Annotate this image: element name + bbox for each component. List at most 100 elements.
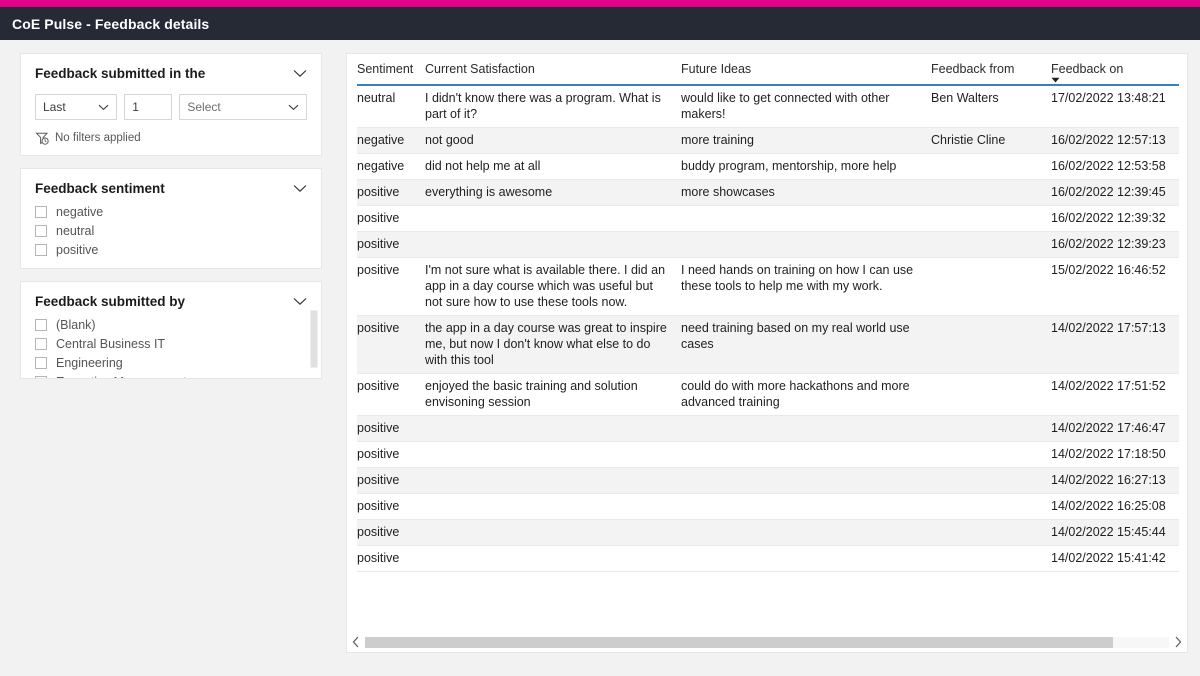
cell-feedback-from: Ben Walters [931,91,999,105]
app-root: CoE Pulse - Feedback details Feedback su… [0,0,1200,676]
checkbox-icon[interactable] [35,356,47,369]
accent-stripe [0,0,1200,7]
table-row[interactable]: positive 14/02/2022 15:45:44 [357,520,1179,546]
cell-sentiment: neutral [357,91,396,105]
checkbox-icon[interactable] [35,243,47,256]
chevron-down-icon[interactable] [293,184,307,193]
submitted-by-option-blank[interactable]: (Blank) [35,315,307,334]
table-row[interactable]: positive the app in a day course was grea… [357,316,1179,374]
scrollbar-thumb[interactable] [365,636,1113,648]
table-row[interactable]: positive enjoyed the basic training and s… [357,374,1179,416]
cell-current-satisfaction: I'm not sure what is available there. I … [425,263,666,309]
cell-feedback-on: 15/02/2022 16:46:52 [1051,263,1166,277]
cell-sentiment: positive [357,525,400,539]
cell-sentiment: positive [357,379,400,393]
table-row[interactable]: neutral I didn't know there was a program… [357,86,1179,128]
cell-future-ideas: more showcases [681,185,775,199]
chevron-right-icon[interactable] [1169,632,1187,652]
table-row[interactable]: positive 14/02/2022 15:41:42 [357,546,1179,572]
table-row[interactable]: positive 14/02/2022 17:46:47 [357,416,1179,442]
column-header-feedback-on[interactable]: Feedback on [1051,62,1179,83]
cell-sentiment: negative [357,133,405,147]
cell-current-satisfaction: the app in a day course was great to ins… [425,321,667,367]
chevron-down-icon[interactable] [293,297,307,306]
filter-status: No filters applied [35,131,307,145]
column-header-current-satisfaction[interactable]: Current Satisfaction [425,62,681,77]
cell-feedback-on: 16/02/2022 12:57:13 [1051,133,1166,147]
filter-card-submitted-by-header: Feedback submitted by [35,294,307,310]
submitted-by-option-label: Engineering [56,355,123,370]
table-row[interactable]: positive 14/02/2022 16:27:13 [357,468,1179,494]
sentiment-option-label: negative [56,204,104,219]
column-header-feedback-on-label: Feedback on [1051,62,1124,76]
checkbox-icon[interactable] [35,318,47,331]
cell-sentiment: positive [357,473,400,487]
table-row[interactable]: negative not good more training Christie Cl… [357,128,1179,154]
submitted-by-scrollbar[interactable] [310,310,318,368]
scrollbar-track[interactable] [365,636,1169,648]
sentiment-option-positive[interactable]: positive [35,240,307,259]
column-header-sentiment[interactable]: Sentiment [357,62,425,77]
cell-current-satisfaction: everything is awesome [425,185,553,199]
filter-card-sentiment-header: Feedback sentiment [35,181,307,197]
cell-feedback-on: 16/02/2022 12:53:58 [1051,159,1166,173]
feedback-table: Sentiment Current Satisfaction Future Id… [347,54,1187,572]
checkbox-icon[interactable] [35,375,47,378]
table-row[interactable]: positive 14/02/2022 17:18:50 [357,442,1179,468]
title-bar: CoE Pulse - Feedback details [0,7,1200,40]
period-count-value: 1 [132,100,139,114]
cell-current-satisfaction: I didn't know there was a program. What … [425,91,661,121]
period-filter-controls: Last 1 Select [35,94,307,120]
cell-sentiment: positive [357,421,400,435]
column-header-feedback-from[interactable]: Feedback from [931,62,1051,77]
period-count-input[interactable]: 1 [124,94,173,120]
table-row[interactable]: positive 16/02/2022 12:39:32 [357,206,1179,232]
table-header-row: Sentiment Current Satisfaction Future Id… [357,54,1179,86]
cell-feedback-on: 14/02/2022 15:45:44 [1051,525,1166,539]
filter-card-sentiment: Feedback sentiment negative neutral posi… [20,168,322,269]
horizontal-scrollbar[interactable] [347,632,1187,652]
page-title: CoE Pulse - Feedback details [12,15,210,32]
cell-sentiment: positive [357,499,400,513]
period-unit-select[interactable]: Select [179,94,307,120]
sentiment-option-negative[interactable]: negative [35,202,307,221]
cell-feedback-on: 14/02/2022 16:27:13 [1051,473,1166,487]
period-relation-value: Last [43,100,66,114]
caret-down-icon [1051,77,1060,83]
submitted-by-option-label: Executive Management [56,375,187,379]
chevron-left-icon[interactable] [347,632,365,652]
table-row[interactable]: positive everything is awesome more showca… [357,180,1179,206]
sentiment-option-neutral[interactable]: neutral [35,221,307,240]
table-row[interactable]: positive 14/02/2022 16:25:08 [357,494,1179,520]
submitted-by-option-engineering[interactable]: Engineering [35,353,307,372]
cell-sentiment: positive [357,321,400,335]
cell-feedback-from: Christie Cline [931,133,1006,147]
chevron-down-icon[interactable] [293,69,307,78]
feedback-table-panel: Sentiment Current Satisfaction Future Id… [346,53,1188,653]
cell-future-ideas: more training [681,133,754,147]
filter-status-label: No filters applied [55,132,141,144]
cell-future-ideas: I need hands on training on how I can us… [681,263,914,293]
cell-sentiment: positive [357,185,400,199]
period-relation-select[interactable]: Last [35,94,118,120]
table-row[interactable]: negative did not help me at all buddy prog… [357,154,1179,180]
cell-feedback-on: 14/02/2022 16:25:08 [1051,499,1166,513]
cell-sentiment: positive [357,551,400,565]
filter-clock-icon [35,131,49,145]
cell-future-ideas: need training based on my real world use… [681,321,910,351]
cell-feedback-on: 14/02/2022 17:46:47 [1051,421,1166,435]
submitted-by-option-executive-management[interactable]: Executive Management [35,372,307,379]
checkbox-icon[interactable] [35,337,47,350]
filter-card-submitted-by-title: Feedback submitted by [35,294,186,309]
filter-pane: Feedback submitted in the Last 1 Select [20,53,322,391]
table-row[interactable]: positive 16/02/2022 12:39:23 [357,232,1179,258]
column-header-future-ideas[interactable]: Future Ideas [681,62,931,77]
checkbox-icon[interactable] [35,205,47,218]
submitted-by-option-label: (Blank) [56,317,96,332]
table-row[interactable]: positive I'm not sure what is available t… [357,258,1179,316]
checkbox-icon[interactable] [35,224,47,237]
cell-feedback-on: 16/02/2022 12:39:23 [1051,237,1166,251]
cell-sentiment: positive [357,263,400,277]
filter-card-submitted-by: Feedback submitted by (Blank) Central Bu… [20,281,322,379]
submitted-by-option-central-business-it[interactable]: Central Business IT [35,334,307,353]
